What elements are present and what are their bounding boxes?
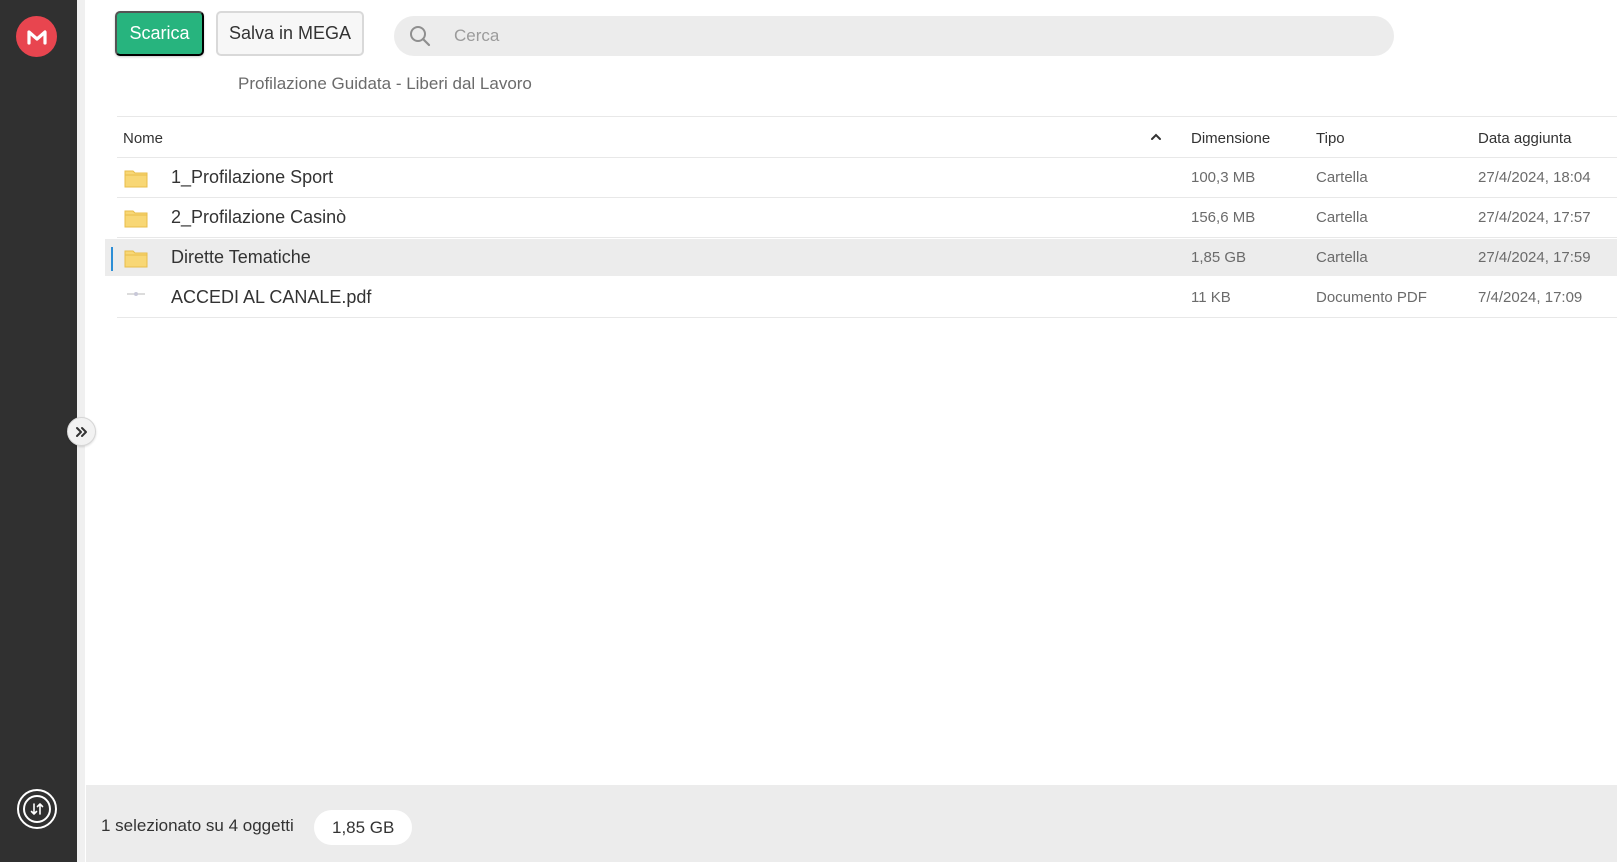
sort-ascending-icon[interactable] — [1150, 130, 1162, 147]
column-header-name[interactable]: Nome — [123, 130, 163, 147]
column-header-size[interactable]: Dimensione — [1191, 130, 1270, 147]
table-row[interactable]: ACCEDI AL CANALE.pdf 11 KB Documento PDF… — [117, 279, 1617, 318]
file-size: 1,85 GB — [1191, 249, 1247, 266]
file-size: 100,3 MB — [1191, 169, 1256, 186]
status-footer: 1 selezionato su 4 oggetti 1,85 GB — [86, 785, 1617, 862]
chevron-double-right-icon[interactable] — [67, 417, 96, 446]
mega-logo-icon[interactable] — [16, 16, 57, 57]
search-bar[interactable] — [394, 16, 1394, 56]
table-row[interactable]: 1_Profilazione Sport 100,3 MB Cartella 2… — [117, 159, 1617, 198]
file-name: Dirette Tematiche — [171, 247, 311, 267]
folder-icon — [124, 168, 148, 193]
file-type: Cartella — [1316, 209, 1368, 226]
file-date: 27/4/2024, 18:04 — [1478, 169, 1591, 186]
search-icon — [408, 24, 432, 53]
folder-icon — [124, 208, 148, 233]
selection-summary: 1 selezionato su 4 oggetti — [101, 816, 294, 835]
file-name: ACCEDI AL CANALE.pdf — [171, 287, 372, 307]
file-type: Cartella — [1316, 169, 1368, 186]
transfers-icon[interactable] — [17, 789, 57, 829]
selection-size-badge: 1,85 GB — [314, 810, 413, 845]
sidebar — [0, 0, 77, 862]
selection-indicator — [111, 247, 113, 271]
save-to-mega-button[interactable]: Salva in MEGA — [216, 11, 364, 56]
table-row[interactable]: 2_Profilazione Casinò 156,6 MB Cartella … — [117, 199, 1617, 238]
table-row-selected[interactable]: Dirette Tematiche 1,85 GB Cartella 27/4/… — [105, 239, 1617, 278]
file-type: Cartella — [1316, 249, 1368, 266]
table-header: Nome Dimensione Tipo Data aggiunta — [117, 116, 1617, 158]
search-input[interactable] — [454, 16, 1374, 56]
file-size: 156,6 MB — [1191, 209, 1256, 226]
file-size: 11 KB — [1191, 289, 1231, 306]
file-name: 2_Profilazione Casinò — [171, 207, 347, 227]
column-header-date[interactable]: Data aggiunta — [1478, 130, 1571, 147]
file-date: 27/4/2024, 17:59 — [1478, 249, 1591, 266]
file-name: 1_Profilazione Sport — [171, 167, 334, 187]
column-header-type[interactable]: Tipo — [1316, 130, 1345, 147]
pdf-file-icon — [124, 287, 148, 305]
page-title: Profilazione Guidata - Liberi dal Lavoro — [238, 74, 532, 93]
folder-icon — [124, 248, 148, 273]
download-button[interactable]: Scarica — [115, 11, 204, 56]
file-type: Documento PDF — [1316, 289, 1427, 306]
file-date: 7/4/2024, 17:09 — [1478, 289, 1583, 306]
file-date: 27/4/2024, 17:57 — [1478, 209, 1591, 226]
